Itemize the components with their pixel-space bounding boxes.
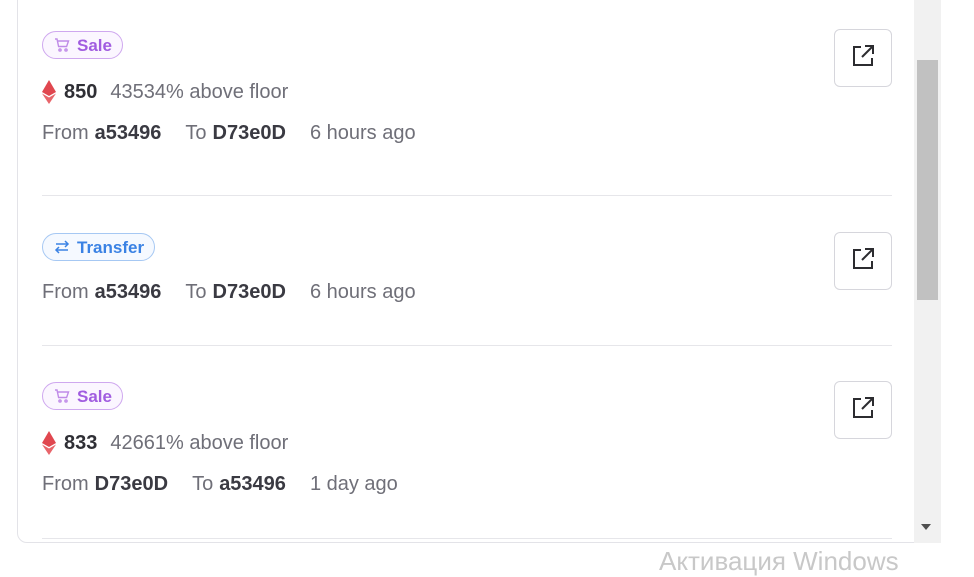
sale-badge: Sale xyxy=(42,382,123,410)
to-address[interactable]: D73e0D xyxy=(213,281,286,304)
badge-label: Sale xyxy=(77,386,112,406)
activity-list: Sale 850 43534% above floor From a53496 … xyxy=(42,5,892,539)
price-value: 850 xyxy=(64,80,98,103)
timestamp: 6 hours ago xyxy=(309,122,416,144)
badge-label: Transfer xyxy=(77,237,145,257)
activity-item: Transfer From a53496 To D73e0D 6 hours a… xyxy=(42,196,892,346)
price-row: 850 43534% above floor xyxy=(42,80,892,104)
transfer-arrows-icon xyxy=(53,238,71,256)
external-link-button[interactable] xyxy=(834,232,892,290)
activity-panel: Sale 850 43534% above floor From a53496 … xyxy=(17,0,941,543)
scroll-down-arrow-icon[interactable] xyxy=(921,524,931,530)
vertical-scrollbar[interactable] xyxy=(914,0,941,543)
external-link-icon xyxy=(850,395,876,426)
price-value: 833 xyxy=(64,431,98,454)
from-label: From xyxy=(42,473,89,495)
price-row: 833 42661% above floor xyxy=(42,431,892,455)
transfer-details: From D73e0D To a53496 1 day ago xyxy=(42,473,892,496)
cart-icon xyxy=(53,36,71,54)
external-link-icon xyxy=(850,246,876,277)
external-link-icon xyxy=(850,43,876,74)
from-label: From xyxy=(42,122,89,144)
transfer-details: From a53496 To D73e0D 6 hours ago xyxy=(42,281,892,304)
external-link-button[interactable] xyxy=(834,29,892,87)
transfer-badge: Transfer xyxy=(42,233,156,261)
transfer-details: From a53496 To D73e0D 6 hours ago xyxy=(42,122,892,145)
above-floor-text: 42661% above floor xyxy=(110,431,289,454)
to-address[interactable]: D73e0D xyxy=(213,122,286,145)
external-link-button[interactable] xyxy=(834,381,892,439)
to-label: To xyxy=(185,281,207,303)
from-label: From xyxy=(42,281,89,303)
eth-icon xyxy=(42,80,56,104)
cart-icon xyxy=(53,387,71,405)
scrollbar-thumb[interactable] xyxy=(917,60,938,300)
eth-icon xyxy=(42,431,56,455)
timestamp: 6 hours ago xyxy=(309,281,416,303)
to-address[interactable]: a53496 xyxy=(219,473,286,496)
above-floor-text: 43534% above floor xyxy=(110,80,289,103)
to-label: To xyxy=(185,122,207,144)
from-address[interactable]: a53496 xyxy=(95,281,162,304)
sale-badge: Sale xyxy=(42,31,123,59)
windows-activation-watermark: Активация Windows xyxy=(659,546,899,576)
to-label: To xyxy=(192,473,214,495)
activity-item: Sale 850 43534% above floor From a53496 … xyxy=(42,5,892,196)
from-address[interactable]: a53496 xyxy=(95,122,162,145)
badge-label: Sale xyxy=(77,35,112,55)
from-address[interactable]: D73e0D xyxy=(95,473,168,496)
timestamp: 1 day ago xyxy=(309,473,398,495)
activity-item: Sale 833 42661% above floor From D73e0D … xyxy=(42,346,892,539)
